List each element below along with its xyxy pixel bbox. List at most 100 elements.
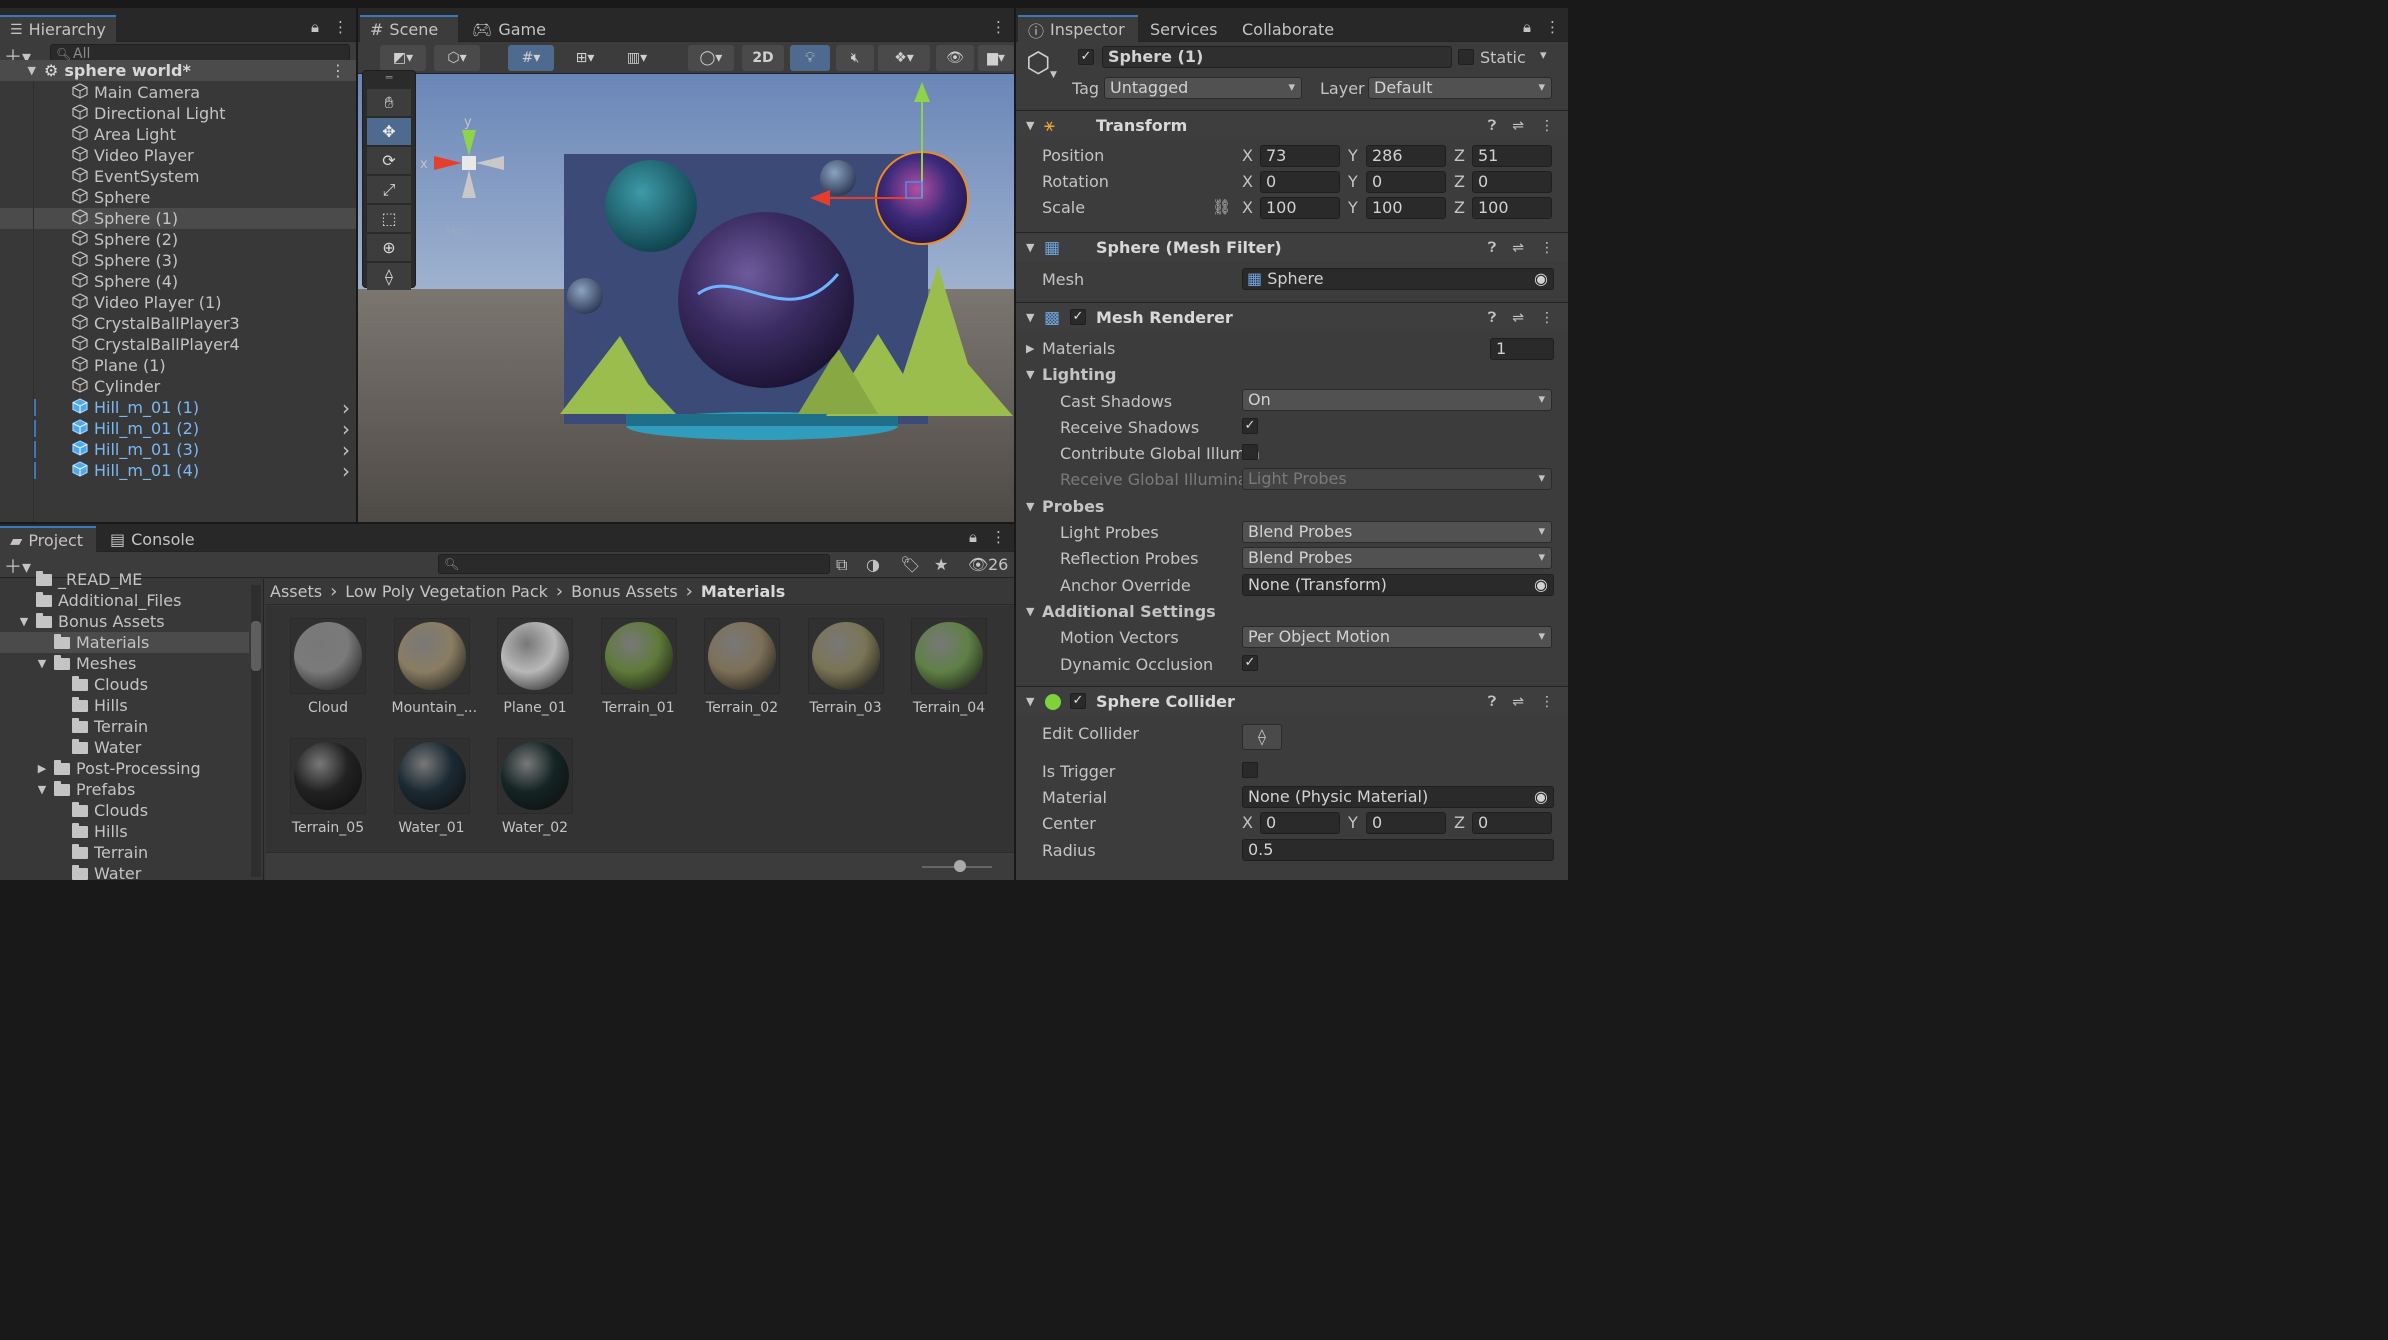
chevron-down-icon[interactable]: ▼ bbox=[1026, 119, 1034, 132]
center-z-axis-label[interactable]: Z bbox=[1454, 813, 1465, 832]
rotation-y-field[interactable]: 0 bbox=[1366, 171, 1446, 193]
motion-vectors-dropdown[interactable]: Per Object Motion bbox=[1242, 626, 1552, 648]
materials-size-field[interactable]: 1 bbox=[1490, 338, 1554, 360]
presets-sliders-icon[interactable]: ⇌ bbox=[1512, 240, 1524, 256]
material-asset[interactable]: Terrain_04 bbox=[909, 618, 989, 716]
scale-tool-button[interactable]: ⤢ bbox=[367, 176, 411, 203]
material-asset[interactable]: Water_02 bbox=[495, 738, 575, 836]
layer-dropdown[interactable]: Default bbox=[1368, 77, 1552, 99]
more-menu-icon[interactable]: ⋮ bbox=[991, 528, 1006, 546]
camera-settings-button[interactable]: ▆▾ bbox=[978, 45, 1014, 71]
tab-services[interactable]: Services bbox=[1140, 16, 1227, 42]
gizmo-iso-label[interactable]: Iso bbox=[446, 224, 466, 240]
material-asset[interactable]: Cloud bbox=[288, 618, 368, 716]
mesh-renderer-header[interactable]: ▼ ▩ ✓ Mesh Renderer ❓︎ ⇌ ⋮ bbox=[1016, 302, 1568, 332]
static-checkbox[interactable] bbox=[1458, 49, 1474, 65]
collider-material-field[interactable]: None (Physic Material) ◉ bbox=[1242, 786, 1554, 808]
more-menu-icon[interactable]: ⋮ bbox=[1540, 240, 1554, 256]
breadcrumb-item[interactable]: Materials bbox=[701, 582, 785, 601]
icon-size-slider-thumb[interactable] bbox=[954, 860, 966, 872]
presets-sliders-icon[interactable]: ⇌ bbox=[1512, 310, 1524, 326]
hierarchy-item[interactable]: Hill_m_01 (2) › bbox=[0, 417, 356, 441]
rotation-z-field[interactable]: 0 bbox=[1472, 171, 1552, 193]
is-trigger-checkbox[interactable] bbox=[1242, 762, 1258, 778]
probes-foldout[interactable]: Probes bbox=[1042, 497, 1104, 516]
chevron-down-icon[interactable]: ▼ bbox=[1026, 695, 1034, 708]
tab-inspector[interactable]: ⓘ Inspector bbox=[1018, 15, 1138, 42]
tab-hierarchy[interactable]: ☰ Hierarchy bbox=[0, 15, 116, 42]
orientation-gizmo-center[interactable] bbox=[462, 156, 476, 170]
contribute-gi-checkbox[interactable] bbox=[1242, 444, 1258, 460]
center-y-field[interactable]: 0 bbox=[1366, 812, 1446, 834]
grid-visibility-button[interactable]: ⊞▾ bbox=[562, 45, 608, 71]
folder-tree-item[interactable]: ▶ Post-Processing bbox=[0, 758, 249, 779]
sphere-small-top[interactable] bbox=[820, 160, 856, 196]
scale-y-field[interactable]: 100 bbox=[1366, 197, 1446, 219]
hidden-packages-eye-icon[interactable]: 👁︎ bbox=[968, 555, 988, 574]
tab-project[interactable]: ▰ Project bbox=[0, 526, 96, 553]
folder-tree-item[interactable]: Hills bbox=[0, 695, 249, 716]
center-x-field[interactable]: 0 bbox=[1260, 812, 1340, 834]
lighting-foldout[interactable]: Lighting bbox=[1042, 365, 1117, 384]
chevron-down-icon[interactable]: ▼ bbox=[1026, 605, 1034, 618]
increment-snap-button[interactable]: ▥▾ bbox=[614, 45, 660, 71]
rect-tool-button[interactable]: ⬚ bbox=[367, 205, 411, 232]
chevron-down-icon[interactable]: ▼ bbox=[1026, 500, 1034, 513]
hierarchy-item[interactable]: Sphere (2) bbox=[0, 229, 356, 250]
receive-shadows-checkbox[interactable]: ✓ bbox=[1242, 418, 1258, 434]
hierarchy-item[interactable]: Sphere (3) bbox=[0, 250, 356, 271]
position-z-field[interactable]: 51 bbox=[1472, 145, 1552, 167]
breadcrumb-item[interactable]: Low Poly Vegetation Pack bbox=[345, 582, 548, 601]
search-by-label-icon[interactable]: ◑ bbox=[866, 555, 880, 574]
materials-foldout[interactable]: Materials bbox=[1042, 339, 1115, 358]
tree-scrollbar-thumb[interactable] bbox=[251, 621, 261, 671]
rotation-x-axis-label[interactable]: X bbox=[1242, 172, 1253, 191]
more-menu-icon[interactable]: ⋮ bbox=[1540, 118, 1554, 134]
hierarchy-item[interactable]: Video Player bbox=[0, 145, 356, 166]
sphere-teal[interactable] bbox=[605, 160, 697, 252]
help-icon[interactable]: ❓︎ bbox=[1488, 694, 1496, 710]
light-probes-dropdown[interactable]: Blend Probes bbox=[1242, 521, 1552, 543]
mesh-filter-header[interactable]: ▼ ▦ Sphere (Mesh Filter) ❓︎ ⇌ ⋮ bbox=[1016, 232, 1568, 262]
chevron-right-icon[interactable]: ▶ bbox=[1026, 342, 1034, 355]
object-picker-icon[interactable]: ◉ bbox=[1534, 575, 1548, 595]
dynamic-occlusion-checkbox[interactable]: ✓ bbox=[1242, 655, 1258, 671]
lock-icon[interactable]: 🔒︎ bbox=[1523, 18, 1531, 36]
more-menu-icon[interactable]: ⋮ bbox=[1540, 694, 1554, 710]
rotation-y-axis-label[interactable]: Y bbox=[1348, 172, 1358, 191]
sphere-collider-header[interactable]: ▼ ✓ Sphere Collider ❓︎ ⇌ ⋮ bbox=[1016, 686, 1568, 716]
chevron-down-icon[interactable]: ▼ bbox=[1050, 70, 1057, 80]
folder-tree-item[interactable]: Terrain bbox=[0, 842, 249, 863]
tab-console[interactable]: ▤ Console bbox=[100, 526, 205, 552]
position-x-axis-label[interactable]: X bbox=[1242, 146, 1253, 165]
folder-tree-item[interactable]: ▼ Prefabs bbox=[0, 779, 249, 800]
hierarchy-item[interactable]: Sphere (4) bbox=[0, 271, 356, 292]
material-asset[interactable]: Terrain_02 bbox=[702, 618, 782, 716]
chevron-right-icon[interactable]: › bbox=[342, 459, 350, 483]
folder-tree-item[interactable]: _READ_ME bbox=[0, 569, 249, 590]
snap-grid-button[interactable]: #▾ bbox=[508, 45, 554, 71]
position-y-field[interactable]: 286 bbox=[1366, 145, 1446, 167]
position-z-axis-label[interactable]: Z bbox=[1454, 146, 1465, 165]
hierarchy-item[interactable]: Main Camera bbox=[0, 82, 356, 103]
hierarchy-item[interactable]: Sphere bbox=[0, 187, 356, 208]
tag-label-icon[interactable]: 🏷︎ bbox=[900, 555, 920, 574]
static-dropdown-arrow-icon[interactable]: ▾ bbox=[1540, 48, 1547, 63]
tag-dropdown[interactable]: Untagged bbox=[1104, 77, 1302, 99]
hierarchy-scene-root[interactable]: ▼ ⚙ sphere world* ⋮ bbox=[0, 60, 356, 81]
folder-tree-item[interactable]: ▼ Bonus Assets bbox=[0, 611, 249, 632]
chevron-down-icon[interactable]: ▼ bbox=[0, 64, 36, 77]
object-picker-icon[interactable]: ◉ bbox=[1534, 787, 1548, 807]
material-asset[interactable]: Mountain_... bbox=[392, 618, 477, 716]
tree-scrollbar[interactable] bbox=[251, 585, 261, 877]
hand-tool-button[interactable]: ✋︎ bbox=[367, 89, 411, 116]
position-y-axis-label[interactable]: Y bbox=[1348, 146, 1358, 165]
material-asset[interactable]: Terrain_01 bbox=[599, 618, 679, 716]
gameobject-name-input[interactable]: Sphere (1) bbox=[1102, 46, 1452, 68]
more-menu-icon[interactable]: ⋮ bbox=[333, 18, 348, 36]
folder-tree-item[interactable]: Terrain bbox=[0, 716, 249, 737]
hierarchy-item[interactable]: Hill_m_01 (4) › bbox=[0, 459, 356, 483]
chevron-down-icon[interactable]: ▼ bbox=[1026, 368, 1034, 381]
render-mode-button[interactable]: ⬡▾ bbox=[434, 45, 480, 71]
breadcrumb-item[interactable]: Bonus Assets bbox=[571, 582, 678, 601]
